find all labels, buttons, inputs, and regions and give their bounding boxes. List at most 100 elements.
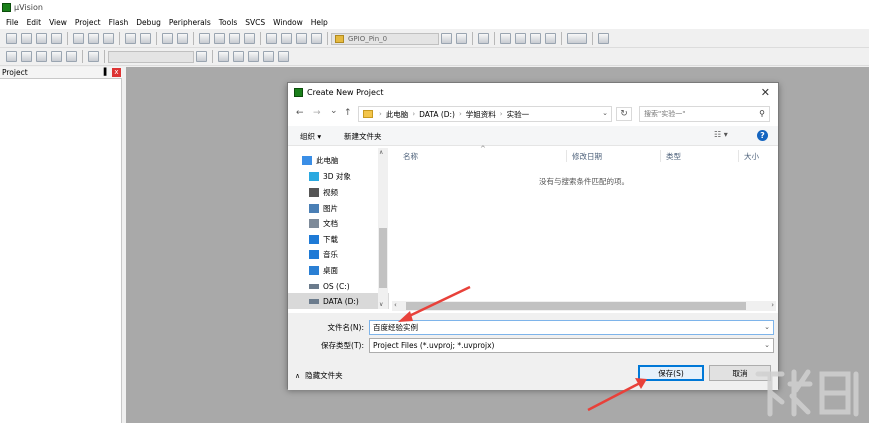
nav-forward-icon[interactable] xyxy=(177,33,188,44)
open-file-icon[interactable] xyxy=(21,33,32,44)
breadcrumb-current[interactable]: 实验一 xyxy=(507,109,530,120)
forward-arrow-icon[interactable]: → xyxy=(313,108,321,118)
download-icon[interactable] xyxy=(66,51,77,62)
chevron-right-icon[interactable]: › xyxy=(459,110,462,118)
new-folder-button[interactable]: 新建文件夹 xyxy=(344,131,382,142)
menu-view[interactable]: View xyxy=(45,18,71,27)
chevron-right-icon[interactable]: › xyxy=(412,110,415,118)
rebuild-icon[interactable] xyxy=(36,51,47,62)
save-button[interactable]: 保存(S) xyxy=(638,365,704,381)
window-layout-icon[interactable] xyxy=(567,33,587,44)
scroll-down-icon[interactable]: ∨ xyxy=(379,301,383,308)
organize-button[interactable]: 组织 ▾ xyxy=(300,131,321,142)
menu-peripherals[interactable]: Peripherals xyxy=(165,18,215,27)
debug-start-icon[interactable] xyxy=(500,33,511,44)
up-arrow-icon[interactable]: ↑ xyxy=(344,108,352,118)
view-toggle-icon[interactable]: ☷ ▾ xyxy=(714,130,728,139)
search-icon[interactable]: ⚲ xyxy=(759,109,765,118)
breakpoint-disable-icon[interactable] xyxy=(530,33,541,44)
breadcrumb-this-pc[interactable]: 此电脑 xyxy=(386,109,409,120)
chevron-down-icon[interactable]: ⌄ xyxy=(602,109,608,117)
filename-input[interactable]: 百度经验实例 ⌄ xyxy=(369,320,774,335)
menu-edit[interactable]: Edit xyxy=(23,18,46,27)
column-type[interactable]: 类型 xyxy=(666,151,681,162)
refresh-icon[interactable]: ↻ xyxy=(616,107,632,121)
build-target-combo[interactable] xyxy=(108,50,194,63)
breakpoint-kill-icon[interactable] xyxy=(545,33,556,44)
bookmark-icon[interactable] xyxy=(199,33,210,44)
recent-locations-icon[interactable]: ⌄ xyxy=(330,106,338,116)
target-combo[interactable]: GPIO_Pin_0 xyxy=(331,32,439,45)
pack-installer-icon[interactable] xyxy=(263,51,274,62)
redo-icon[interactable] xyxy=(140,33,151,44)
scrollbar-thumb[interactable] xyxy=(379,228,387,288)
menu-help[interactable]: Help xyxy=(307,18,332,27)
undo-icon[interactable] xyxy=(125,33,136,44)
column-separator[interactable] xyxy=(660,150,661,162)
paste-icon[interactable] xyxy=(103,33,114,44)
pin-icon[interactable]: ▐ xyxy=(101,68,106,76)
configure-icon[interactable] xyxy=(598,33,609,44)
menu-flash[interactable]: Flash xyxy=(105,18,133,27)
address-bar[interactable]: › 此电脑 › DATA (D:) › 学姐资料 › 实验一 ⌄ xyxy=(358,106,612,122)
nav-item-data-drive[interactable]: DATA (D:) xyxy=(288,293,389,309)
new-file-icon[interactable] xyxy=(6,33,17,44)
target-options-icon[interactable] xyxy=(196,51,207,62)
nav-item-music[interactable]: 音乐 xyxy=(288,246,389,262)
menu-window[interactable]: Window xyxy=(269,18,307,27)
nav-item-3d-objects[interactable]: 3D 对象 xyxy=(288,168,389,184)
find-icon[interactable] xyxy=(456,33,467,44)
filetype-select[interactable]: Project Files (*.uvproj; *.uvprojx) ⌄ xyxy=(369,338,774,353)
scrollbar-thumb[interactable] xyxy=(406,302,746,310)
manage-rte-icon[interactable] xyxy=(248,51,259,62)
scroll-right-icon[interactable]: › xyxy=(771,301,774,309)
column-date-modified[interactable]: 修改日期 xyxy=(572,151,602,162)
copy-icon[interactable] xyxy=(88,33,99,44)
navigation-scrollbar[interactable]: ∧ ∨ xyxy=(378,148,388,309)
chevron-right-icon[interactable]: › xyxy=(500,110,503,118)
comment-icon[interactable] xyxy=(296,33,307,44)
find-in-files-icon[interactable] xyxy=(441,33,452,44)
bookmark-next-icon[interactable] xyxy=(229,33,240,44)
search-input[interactable]: 搜索"实验一" ⚲ xyxy=(639,106,770,122)
uncomment-icon[interactable] xyxy=(311,33,322,44)
zoom-icon[interactable] xyxy=(478,33,489,44)
build-icon[interactable] xyxy=(21,51,32,62)
close-icon[interactable]: x xyxy=(112,68,121,77)
column-separator[interactable] xyxy=(738,150,739,162)
scroll-up-icon[interactable]: ∧ xyxy=(379,149,383,156)
nav-item-pictures[interactable]: 图片 xyxy=(288,200,389,216)
chevron-down-icon[interactable]: ⌄ xyxy=(764,341,770,349)
batch-build-icon[interactable] xyxy=(51,51,62,62)
column-separator[interactable] xyxy=(566,150,567,162)
breakpoint-icon[interactable] xyxy=(515,33,526,44)
run-time-env-icon[interactable] xyxy=(278,51,289,62)
save-all-icon[interactable] xyxy=(51,33,62,44)
cut-icon[interactable] xyxy=(73,33,84,44)
bookmark-prev-icon[interactable] xyxy=(214,33,225,44)
menu-tools[interactable]: Tools xyxy=(215,18,241,27)
nav-item-downloads[interactable]: 下载 xyxy=(288,231,389,247)
select-packs-icon[interactable] xyxy=(233,51,244,62)
nav-item-desktop[interactable]: 桌面 xyxy=(288,262,389,278)
column-name[interactable]: 名称 xyxy=(403,151,418,162)
bookmark-clear-icon[interactable] xyxy=(244,33,255,44)
stop-build-icon[interactable] xyxy=(88,51,99,62)
chevron-right-icon[interactable]: › xyxy=(379,110,382,118)
nav-item-this-pc[interactable]: 此电脑 xyxy=(288,152,389,168)
hide-folders-toggle[interactable]: ∧ 隐藏文件夹 xyxy=(295,370,343,381)
scroll-left-icon[interactable]: ‹ xyxy=(394,301,397,309)
menu-file[interactable]: File xyxy=(2,18,23,27)
nav-item-videos[interactable]: 视频 xyxy=(288,184,389,200)
nav-back-icon[interactable] xyxy=(162,33,173,44)
breadcrumb-folder[interactable]: 学姐资料 xyxy=(466,109,496,120)
menu-svcs[interactable]: SVCS xyxy=(241,18,269,27)
column-size[interactable]: 大小 xyxy=(744,151,759,162)
back-arrow-icon[interactable]: ← xyxy=(296,108,304,118)
dialog-close-icon[interactable]: ✕ xyxy=(761,86,770,99)
breadcrumb-data-drive[interactable]: DATA (D:) xyxy=(419,110,455,119)
help-icon[interactable]: ? xyxy=(757,130,768,141)
menu-debug[interactable]: Debug xyxy=(132,18,165,27)
nav-item-os-drive[interactable]: OS (C:) xyxy=(288,278,389,294)
save-icon[interactable] xyxy=(36,33,47,44)
